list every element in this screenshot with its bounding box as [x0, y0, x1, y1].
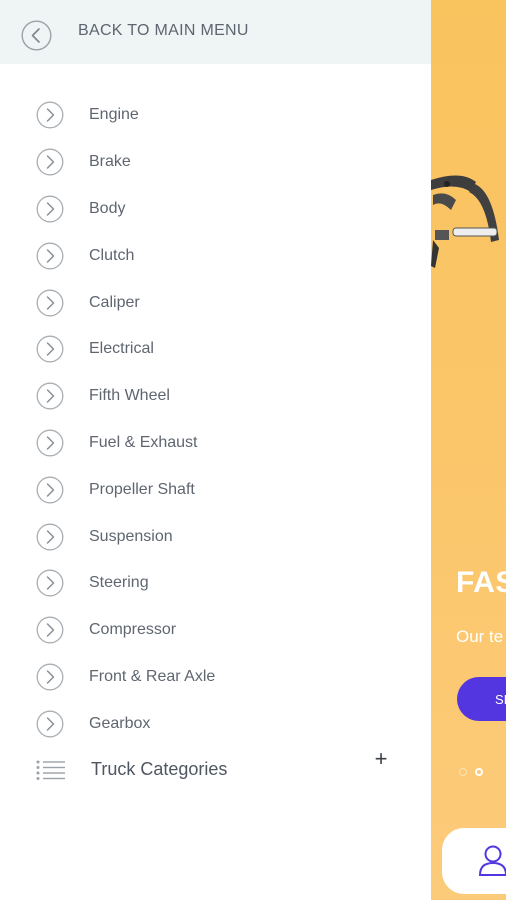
list-icon: [36, 760, 65, 780]
banner-subtitle: Our te: [456, 627, 504, 646]
chevron-right-icon: [36, 335, 64, 363]
menu-item-label: Caliper: [89, 293, 140, 311]
user-icon[interactable]: [478, 844, 506, 876]
product-image: [431, 175, 499, 268]
chevron-right-icon: [36, 195, 64, 223]
menu-item-label: Propeller Shaft: [89, 480, 195, 498]
truck-categories-row[interactable]: Truck Categories +: [0, 748, 431, 792]
chevron-right-icon: [36, 523, 64, 551]
menu-item-electrical[interactable]: Electrical: [0, 326, 431, 373]
menu-item-label: Engine: [89, 106, 139, 124]
chevron-right-icon: [36, 242, 64, 270]
banner-button[interactable]: SI: [457, 677, 506, 721]
menu-item-compressor[interactable]: Compressor: [0, 607, 431, 654]
menu-item-brake[interactable]: Brake: [0, 139, 431, 186]
category-menu: Engine Brake Body Clutch Caliper Electri…: [0, 92, 431, 747]
menu-item-suspension[interactable]: Suspension: [0, 513, 431, 560]
carousel-dot-active[interactable]: [475, 768, 483, 776]
menu-item-gearbox[interactable]: Gearbox: [0, 700, 431, 747]
menu-item-steering[interactable]: Steering: [0, 560, 431, 607]
menu-item-label: Fifth Wheel: [89, 387, 170, 405]
menu-item-body[interactable]: Body: [0, 186, 431, 233]
side-drawer: BACK TO MAIN MENU Engine Brake Body Clut…: [0, 0, 431, 900]
back-arrow-icon[interactable]: [21, 20, 52, 51]
menu-item-label: Compressor: [89, 621, 177, 639]
menu-item-clutch[interactable]: Clutch: [0, 232, 431, 279]
chevron-right-icon: [36, 101, 64, 129]
menu-item-label: Gearbox: [89, 714, 151, 732]
menu-item-label: Steering: [89, 574, 149, 592]
chevron-right-icon: [36, 569, 64, 597]
menu-item-label: Suspension: [89, 527, 173, 545]
background-app-screen: FAS Our te SI: [431, 0, 506, 900]
chevron-right-icon: [36, 382, 64, 410]
menu-item-caliper[interactable]: Caliper: [0, 279, 431, 326]
carousel-dot[interactable]: [459, 768, 467, 776]
banner-title: FAS: [456, 566, 506, 599]
menu-item-front-rear-axle[interactable]: Front & Rear Axle: [0, 654, 431, 701]
chevron-right-icon: [36, 476, 64, 504]
chevron-right-icon: [36, 289, 64, 317]
drawer-header: BACK TO MAIN MENU: [0, 0, 431, 64]
menu-item-propeller-shaft[interactable]: Propeller Shaft: [0, 466, 431, 513]
menu-item-label: Body: [89, 199, 126, 217]
menu-item-label: Fuel & Exhaust: [89, 433, 198, 451]
chevron-right-icon: [36, 429, 64, 457]
menu-item-label: Clutch: [89, 246, 135, 264]
chevron-right-icon: [36, 710, 64, 738]
menu-item-label: Brake: [89, 153, 131, 171]
chevron-right-icon: [36, 663, 64, 691]
menu-item-engine[interactable]: Engine: [0, 92, 431, 139]
bottom-nav: [442, 828, 506, 894]
chevron-right-icon: [36, 148, 64, 176]
menu-item-label: Electrical: [89, 340, 154, 358]
expand-plus-icon[interactable]: +: [370, 748, 392, 770]
menu-item-label: Front & Rear Axle: [89, 667, 216, 685]
menu-item-fifth-wheel[interactable]: Fifth Wheel: [0, 373, 431, 420]
menu-item-fuel-exhaust[interactable]: Fuel & Exhaust: [0, 420, 431, 467]
truck-categories-label: Truck Categories: [91, 759, 228, 779]
chevron-right-icon: [36, 616, 64, 644]
back-to-main-menu-link[interactable]: BACK TO MAIN MENU: [78, 22, 249, 40]
